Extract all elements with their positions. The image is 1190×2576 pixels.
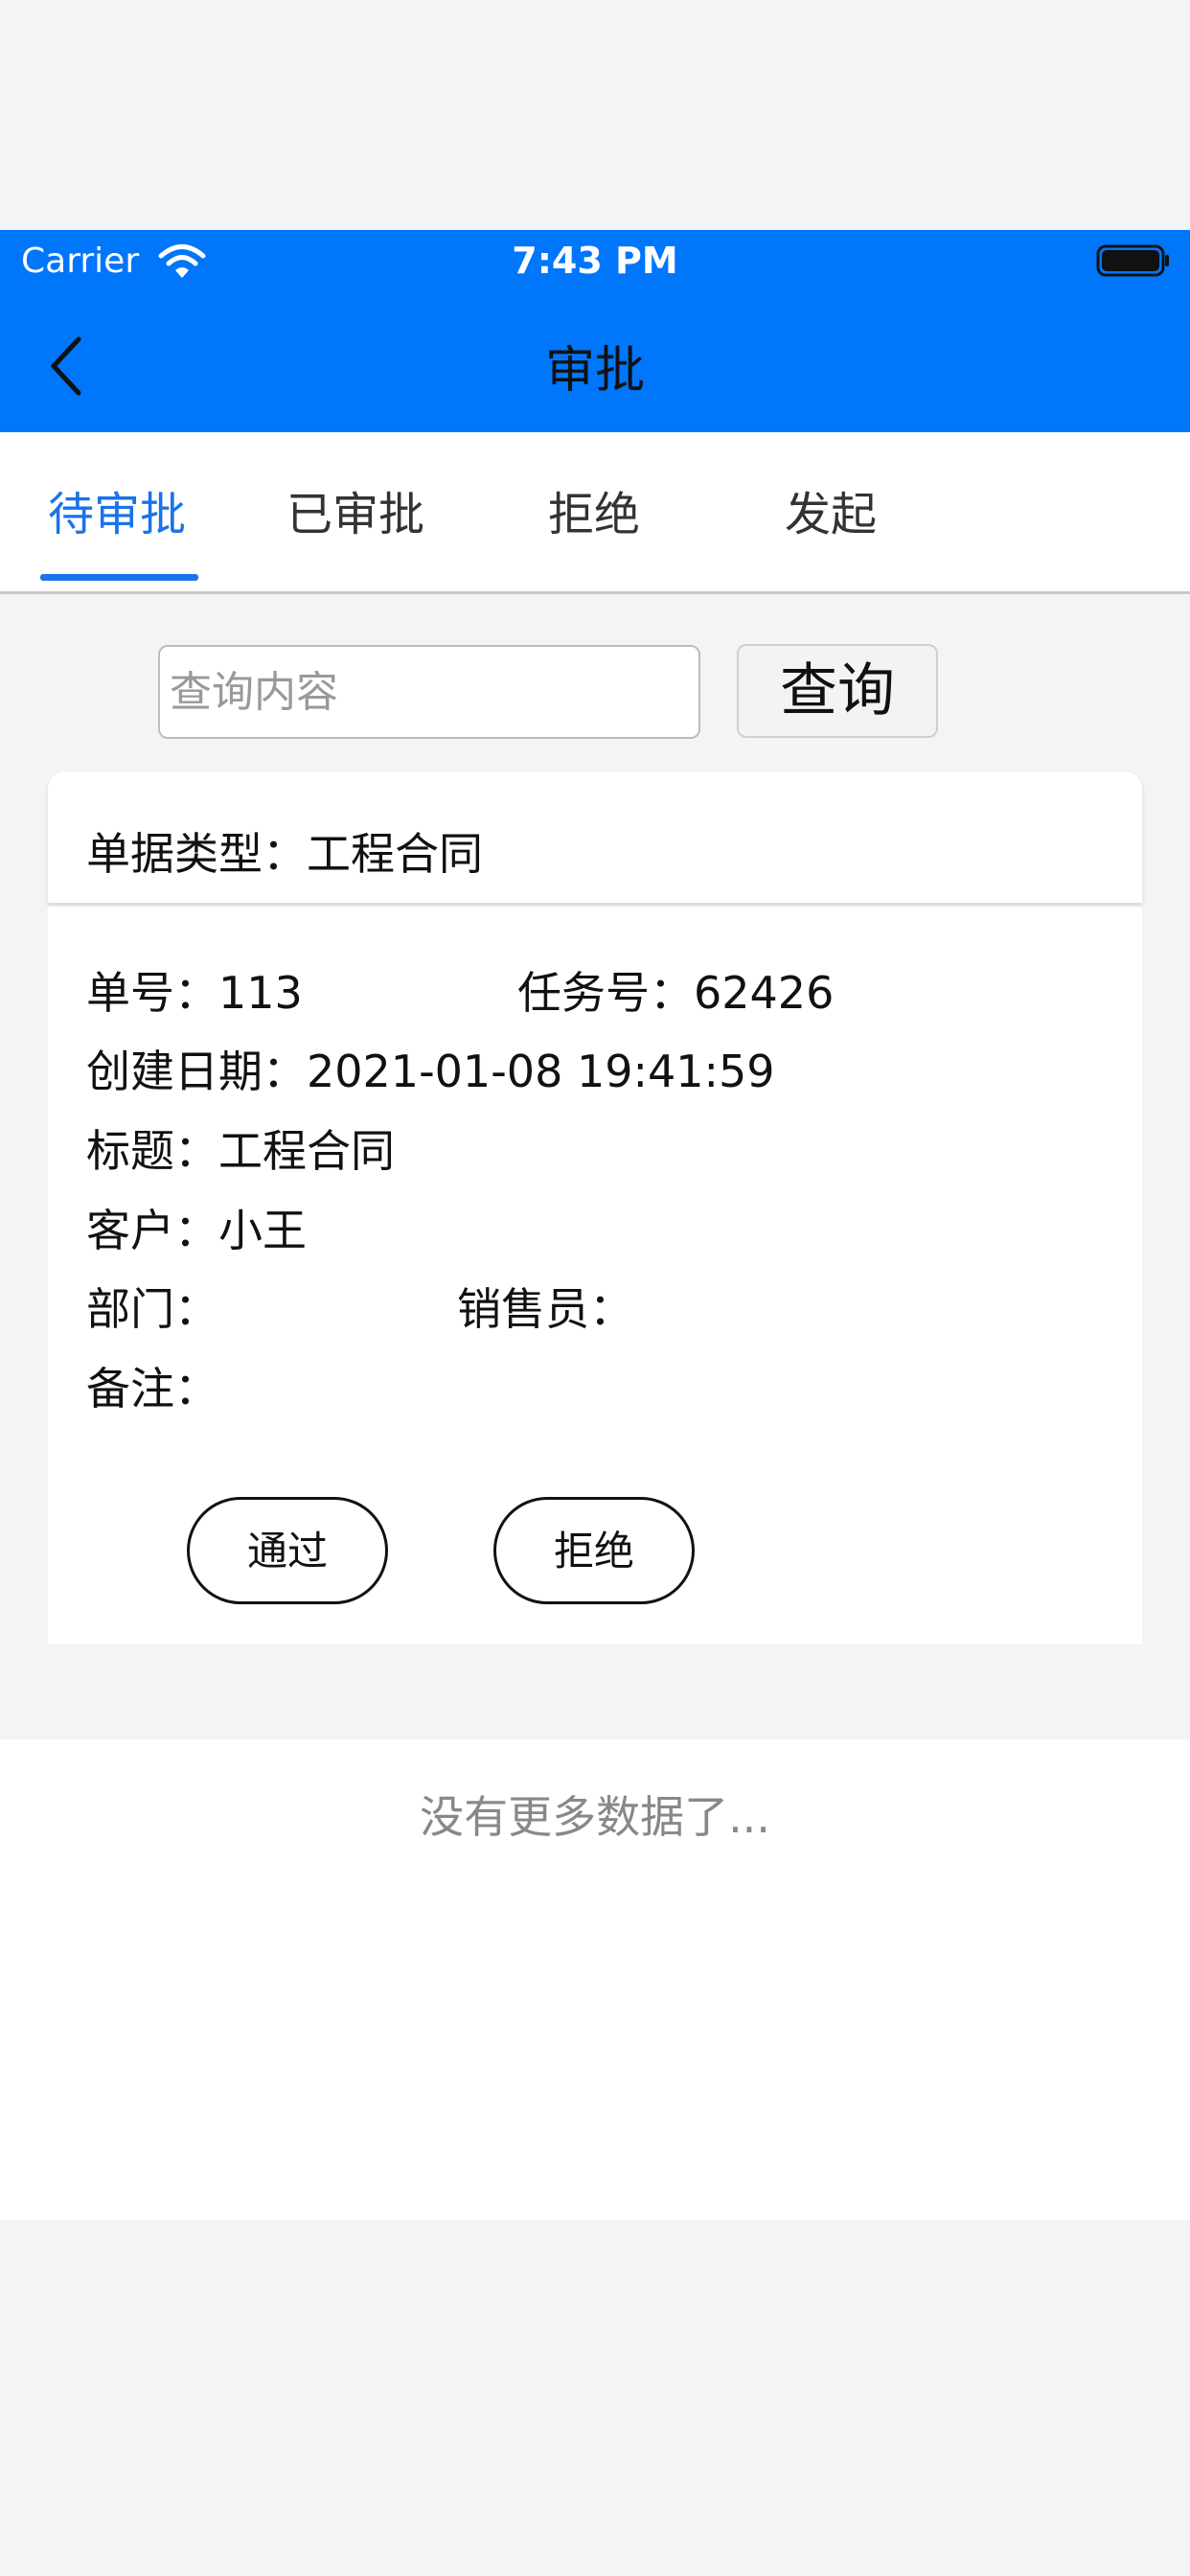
search-button[interactable]: 查询 xyxy=(737,644,938,738)
search-input[interactable] xyxy=(158,645,700,739)
page-title: 审批 xyxy=(544,342,645,400)
customer: 客户：小王 xyxy=(86,1205,307,1256)
tab-pending[interactable]: 待审批 xyxy=(48,476,186,543)
status-bar: Carrier 7:43 PM xyxy=(0,230,1190,293)
remark: 备注： xyxy=(86,1363,218,1414)
department: 部门： xyxy=(86,1283,218,1335)
battery-icon xyxy=(1096,244,1169,277)
clock: 7:43 PM xyxy=(512,240,678,282)
tab-rejected[interactable]: 拒绝 xyxy=(548,476,640,543)
approve-button[interactable]: 通过 xyxy=(187,1497,388,1604)
created-date: 创建日期：2021-01-08 19:41:59 xyxy=(86,1046,775,1097)
card-header: 单据类型：工程合同 xyxy=(48,771,1142,903)
reject-button[interactable]: 拒绝 xyxy=(493,1497,695,1604)
nav-bar: 审批 xyxy=(0,293,1190,432)
task-number: 任务号：62426 xyxy=(517,967,835,1019)
active-tab-indicator xyxy=(40,574,198,581)
tab-bar: 待审批 已审批 拒绝 发起 xyxy=(0,432,1190,594)
salesperson: 销售员： xyxy=(457,1283,633,1335)
doc-type-label: 单据类型：工程合同 xyxy=(86,828,483,880)
order-number: 单号：113 xyxy=(86,967,303,1019)
tab-initiated[interactable]: 发起 xyxy=(785,476,877,543)
card-title: 标题：工程合同 xyxy=(86,1125,395,1177)
tab-approved[interactable]: 已审批 xyxy=(286,476,424,543)
no-more-data-text: 没有更多数据了... xyxy=(420,1791,770,1843)
list-footer: 没有更多数据了... xyxy=(0,1739,1190,2220)
approval-card: 单号：113 任务号：62426 创建日期：2021-01-08 19:41:5… xyxy=(48,907,1142,1644)
